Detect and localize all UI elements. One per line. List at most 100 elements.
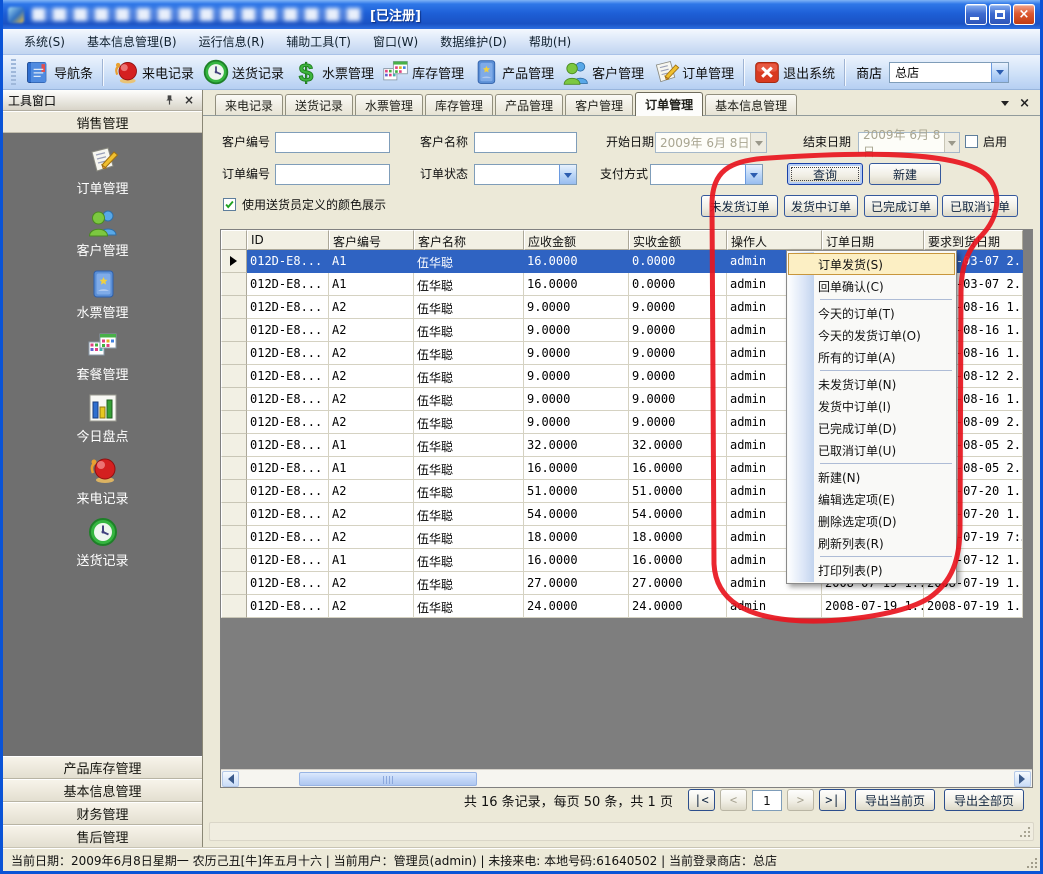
tab-inventory[interactable]: 库存管理	[425, 94, 493, 115]
pay-method-combobox[interactable]	[650, 164, 763, 185]
tab-product[interactable]: 产品管理	[495, 94, 563, 115]
menu-item-aux-tools[interactable]: 辅助工具(T)	[275, 29, 362, 54]
column-header[interactable]: 实收金额	[629, 230, 727, 250]
tab-close-icon[interactable]: ×	[1019, 98, 1030, 110]
chevron-down-icon[interactable]	[944, 133, 959, 152]
toolbar-call-records-button[interactable]: 来电记录	[108, 57, 198, 87]
row-selector[interactable]	[221, 526, 247, 549]
context-menu-item-receipt-confirm[interactable]: 回单确认(C)	[788, 275, 955, 297]
row-selector[interactable]	[221, 549, 247, 572]
context-menu-item-today-shipped-orders[interactable]: 今天的发货订单(O)	[788, 324, 955, 346]
context-menu-item-shipping-orders[interactable]: 发货中订单(I)	[788, 395, 955, 417]
horizontal-scrollbar[interactable]	[221, 769, 1032, 787]
row-selector[interactable]	[221, 250, 247, 273]
context-menu-item-refresh-list[interactable]: 刷新列表(R)	[788, 532, 955, 554]
column-header[interactable]: ID	[247, 230, 329, 250]
context-menu-item-cancelled-orders[interactable]: 已取消订单(U)	[788, 439, 955, 461]
resize-grip-icon[interactable]	[1026, 857, 1038, 869]
menu-item-window[interactable]: 窗口(W)	[362, 29, 429, 54]
context-menu-item-new[interactable]: 新建(N)	[788, 466, 955, 488]
context-menu-item-all-orders[interactable]: 所有的订单(A)	[788, 346, 955, 368]
sidebar-item-water-ticket-management[interactable]: 水票管理	[3, 263, 202, 325]
page-number-input[interactable]: 1	[752, 790, 782, 811]
shop-combobox[interactable]: 总店	[889, 62, 1009, 83]
tab-order[interactable]: 订单管理	[635, 92, 703, 116]
chevron-down-icon[interactable]	[745, 165, 762, 184]
order-status-filter-button[interactable]: 已完成订单	[864, 195, 938, 217]
row-selector[interactable]	[221, 342, 247, 365]
context-menu-item-order-ship[interactable]: 订单发货(S)	[788, 253, 955, 275]
end-date-picker[interactable]: 2009年 6月 8日	[858, 132, 960, 153]
row-selector[interactable]	[221, 480, 247, 503]
context-menu-item-completed-orders[interactable]: 已完成订单(D)	[788, 417, 955, 439]
tab-list-dropdown-icon[interactable]	[1001, 101, 1009, 110]
pin-icon[interactable]	[161, 93, 177, 108]
export-current-page-button[interactable]: 导出当前页	[855, 789, 935, 811]
row-selector[interactable]	[221, 595, 247, 618]
toolbar-water-ticket-button[interactable]: $水票管理	[288, 57, 378, 87]
context-menu-item-unshipped-orders[interactable]: 未发货订单(N)	[788, 373, 955, 395]
chevron-down-icon[interactable]	[750, 133, 766, 152]
scroll-right-icon[interactable]	[1014, 771, 1031, 787]
scroll-left-icon[interactable]	[222, 771, 239, 787]
row-selector[interactable]	[221, 319, 247, 342]
tab-basic-info[interactable]: 基本信息管理	[705, 94, 797, 115]
row-selector[interactable]	[221, 572, 247, 595]
toolbar-order-button[interactable]: 订单管理	[648, 57, 738, 87]
menu-item-runtime-info[interactable]: 运行信息(R)	[188, 29, 276, 54]
context-menu-item-edit-selected[interactable]: 编辑选定项(E)	[788, 488, 955, 510]
tab-water-ticket[interactable]: 水票管理	[355, 94, 423, 115]
chevron-down-icon[interactable]	[559, 165, 576, 184]
row-selector[interactable]	[221, 457, 247, 480]
chevron-down-icon[interactable]	[991, 63, 1008, 82]
row-selector[interactable]	[221, 365, 247, 388]
menu-item-data-maintenance[interactable]: 数据维护(D)	[429, 29, 518, 54]
toolbar-product-button[interactable]: 产品管理	[468, 57, 558, 87]
next-page-button[interactable]: >	[787, 789, 814, 811]
row-selector[interactable]	[221, 411, 247, 434]
column-header[interactable]: 要求到货日期	[924, 230, 1023, 250]
close-icon[interactable]: ×	[181, 93, 197, 108]
tab-call-records[interactable]: 来电记录	[215, 94, 283, 115]
scrollbar-thumb[interactable]	[299, 772, 477, 786]
start-date-picker[interactable]: 2009年 6月 8日	[655, 132, 767, 153]
toolbar-navigator-button[interactable]: 导航条	[20, 57, 97, 87]
row-selector[interactable]	[221, 296, 247, 319]
menu-item-system[interactable]: 系统(S)	[13, 29, 76, 54]
column-header[interactable]: 操作人	[727, 230, 822, 250]
menu-item-basic-info[interactable]: 基本信息管理(B)	[76, 29, 188, 54]
prev-page-button[interactable]: <	[720, 789, 747, 811]
order-status-filter-button[interactable]: 未发货订单	[701, 195, 778, 217]
context-menu-item-print-list[interactable]: 打印列表(P)	[788, 559, 955, 581]
table-row[interactable]: 012D-E8...A2伍华聪24.000024.0000admin2008-0…	[221, 595, 1032, 618]
maximize-button[interactable]	[989, 4, 1011, 25]
sidebar-group-sales[interactable]: 销售管理	[3, 111, 202, 133]
new-button[interactable]: 新建	[869, 163, 941, 185]
sidebar-group-1[interactable]: 基本信息管理	[3, 779, 202, 802]
sidebar-group-3[interactable]: 售后管理	[3, 825, 202, 848]
toolbar-exit-button[interactable]: 退出系统	[749, 57, 839, 87]
toolbar-grip[interactable]	[11, 59, 16, 85]
tab-customer[interactable]: 客户管理	[565, 94, 633, 115]
color-display-checkbox[interactable]	[223, 198, 236, 211]
export-all-pages-button[interactable]: 导出全部页	[944, 789, 1024, 811]
order-no-input[interactable]	[275, 164, 390, 185]
minimize-button[interactable]	[965, 4, 987, 25]
column-header[interactable]: 客户名称	[414, 230, 524, 250]
customer-name-input[interactable]	[474, 132, 577, 153]
row-selector[interactable]	[221, 273, 247, 296]
order-status-filter-button[interactable]: 发货中订单	[784, 195, 858, 217]
first-page-button[interactable]: |<	[688, 789, 715, 811]
menu-item-help[interactable]: 帮助(H)	[518, 29, 582, 54]
toolbar-inventory-button[interactable]: 库存管理	[378, 57, 468, 87]
order-status-combobox[interactable]	[474, 164, 577, 185]
toolbar-customer-button[interactable]: 客户管理	[558, 57, 648, 87]
sidebar-item-call-records[interactable]: 来电记录	[3, 449, 202, 511]
sidebar-item-today-inventory[interactable]: 今日盘点	[3, 387, 202, 449]
sidebar-item-customer-management[interactable]: 客户管理	[3, 201, 202, 263]
sidebar-item-delivery-records[interactable]: 送货记录	[3, 511, 202, 573]
toolbar-delivery-records-button[interactable]: 送货记录	[198, 57, 288, 87]
query-button[interactable]: 查询	[787, 163, 863, 185]
context-menu-item-today-orders[interactable]: 今天的订单(T)	[788, 302, 955, 324]
sidebar-item-order-management[interactable]: 订单管理	[3, 139, 202, 201]
